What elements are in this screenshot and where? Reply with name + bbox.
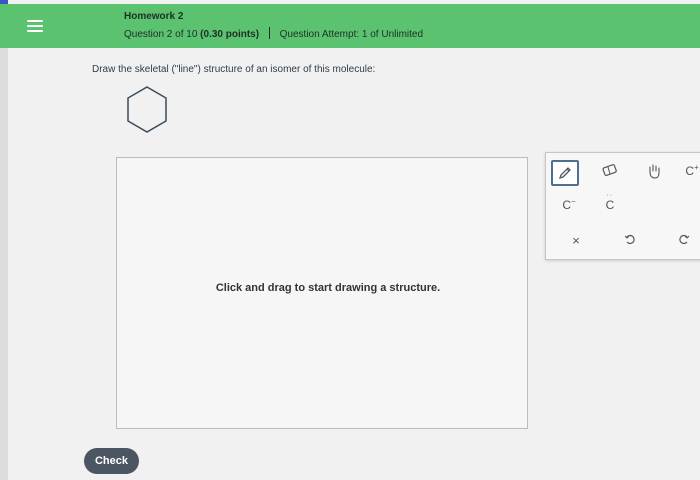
question-info: Question 2 of 10 (0.30 points) Question … xyxy=(124,27,423,40)
carbanion-charge: − xyxy=(571,197,576,206)
eraser-icon xyxy=(602,164,617,177)
eraser-tool[interactable] xyxy=(598,163,622,183)
undo-tool[interactable] xyxy=(622,233,638,249)
clear-tool[interactable]: × xyxy=(568,233,584,249)
hand-icon xyxy=(649,164,660,179)
carbanion-label: C xyxy=(562,198,571,212)
drawing-toolbar: C+ C− ·· C × xyxy=(545,152,700,260)
carbocation-charge: + xyxy=(694,163,699,172)
assignment-header: Homework 2 Question 2 of 10 (0.30 points… xyxy=(70,4,700,48)
question-number: Question 2 of 10 xyxy=(124,29,198,40)
question-attempt: Question Attempt: 1 of Unlimited xyxy=(279,29,424,40)
carbocation-label: C xyxy=(685,164,694,178)
menu-button[interactable] xyxy=(0,4,70,48)
check-button[interactable]: Check xyxy=(84,448,139,474)
pencil-tool[interactable] xyxy=(551,160,579,186)
hand-tool[interactable] xyxy=(642,162,666,182)
question-points: (0.30 points) xyxy=(200,29,260,40)
carbene-label: C xyxy=(605,198,615,212)
header-divider xyxy=(268,27,270,39)
undo-icon xyxy=(624,234,635,245)
carbanion-tool[interactable]: C− xyxy=(558,197,580,215)
hamburger-icon xyxy=(27,17,43,35)
carbene-tool[interactable]: ·· C xyxy=(600,192,620,215)
pencil-icon xyxy=(558,167,571,180)
cyclohexane-structure xyxy=(127,86,167,133)
question-prompt: Draw the skeletal ("line") structure of … xyxy=(92,64,376,75)
redo-icon xyxy=(679,234,690,245)
carbocation-tool[interactable]: C+ xyxy=(682,163,700,183)
canvas-hint: Click and drag to start drawing a struct… xyxy=(215,282,441,294)
redo-tool[interactable] xyxy=(676,233,692,249)
assignment-title: Homework 2 xyxy=(124,11,184,22)
